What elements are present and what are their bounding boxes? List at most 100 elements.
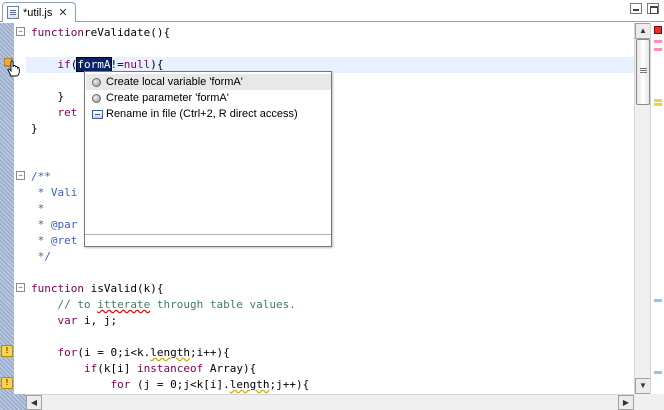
code-line[interactable]: */ xyxy=(26,249,51,265)
code-token: isValid(k){ xyxy=(83,282,164,295)
code-line[interactable]: * @ret xyxy=(26,233,78,249)
error-marker[interactable] xyxy=(654,48,662,51)
code-token: Array){ xyxy=(203,362,257,375)
code-line[interactable] xyxy=(26,153,31,169)
code-token: function xyxy=(31,282,84,295)
occurrence-marker[interactable] xyxy=(654,371,662,374)
code-token: } xyxy=(31,90,65,103)
proposal-rename-in-file[interactable]: Rename in file (Ctrl+2, R direct access) xyxy=(86,106,331,122)
popup-separator xyxy=(85,234,331,235)
horizontal-scrollbar[interactable]: ◀ ▶ xyxy=(26,394,634,410)
overview-ruler[interactable] xyxy=(650,23,664,394)
scroll-left-icon[interactable]: ◀ xyxy=(26,395,42,410)
close-icon[interactable]: ✕ xyxy=(58,6,67,19)
code-line[interactable]: // to itterate through table values. xyxy=(26,297,296,313)
rename-icon xyxy=(92,109,103,119)
scroll-thumb[interactable] xyxy=(636,39,650,105)
code-token: // to xyxy=(31,298,98,311)
code-line[interactable]: for (j = 0;j<k[i].length;j++){ xyxy=(26,377,309,393)
quick-fix-popup[interactable]: Create local variable 'formA' Create par… xyxy=(84,71,332,247)
code-line[interactable] xyxy=(26,73,31,89)
code-token: ret xyxy=(57,106,78,119)
code-token: /** xyxy=(31,170,51,183)
warning-icon[interactable]: ! xyxy=(1,377,13,389)
code-token: (k[i] xyxy=(97,362,137,375)
error-marker[interactable] xyxy=(654,40,662,43)
collapse-icon[interactable]: − xyxy=(16,283,25,292)
tab-util-js[interactable]: *util.js ✕ xyxy=(2,2,76,22)
warning-marker[interactable] xyxy=(654,99,662,102)
code-token: function xyxy=(31,26,84,39)
code-line[interactable]: * @par xyxy=(26,217,78,233)
code-token: != xyxy=(110,58,124,71)
code-token: * xyxy=(31,202,45,215)
error-overview-icon[interactable] xyxy=(654,26,662,34)
maximize-icon[interactable] xyxy=(647,3,659,14)
parameter-icon xyxy=(92,93,101,103)
vertical-scrollbar[interactable]: ▲ ▼ xyxy=(634,23,651,394)
code-line[interactable] xyxy=(26,329,31,345)
code-line[interactable] xyxy=(26,265,31,281)
proposal-label: Rename in file (Ctrl+2, R direct access) xyxy=(106,108,298,120)
proposal-label: Create parameter 'formA' xyxy=(106,92,229,104)
code-line[interactable]: for(i = 0;i<k.length;i++){ xyxy=(26,345,230,361)
proposal-create-parameter[interactable]: Create parameter 'formA' xyxy=(86,90,331,106)
scroll-down-icon[interactable]: ▼ xyxy=(635,378,651,394)
code-line[interactable]: functionreValidate(){ xyxy=(26,25,170,41)
code-token: for xyxy=(57,346,78,359)
selected-token: formA xyxy=(76,57,112,72)
code-line[interactable]: /** xyxy=(26,169,51,185)
code-line[interactable]: } xyxy=(26,89,64,105)
code-token: (i = 0;i<k. xyxy=(77,346,151,359)
code-line[interactable]: var i, j; xyxy=(26,313,118,329)
code-line[interactable]: function isValid(k){ xyxy=(26,281,163,297)
hand-cursor-icon xyxy=(4,58,20,77)
code-token: * Vali xyxy=(31,186,78,199)
code-line[interactable]: } xyxy=(26,121,38,137)
occurrence-marker[interactable] xyxy=(654,299,662,302)
proposal-label: Create local variable 'formA' xyxy=(106,76,243,88)
code-line[interactable] xyxy=(26,137,31,153)
code-token: for xyxy=(110,378,131,391)
tab-title: *util.js xyxy=(23,6,53,19)
scroll-up-icon[interactable]: ▲ xyxy=(635,23,651,39)
code-token: reValidate(){ xyxy=(83,26,171,39)
editor-tab-bar: *util.js ✕ xyxy=(0,0,664,22)
code-token: instanceof xyxy=(136,362,204,375)
warning-icon[interactable]: ! xyxy=(1,345,13,357)
code-token: var xyxy=(57,314,78,327)
code-token: (j = 0;j<k[i]. xyxy=(130,378,230,391)
minimize-icon[interactable] xyxy=(630,3,642,14)
code-token: ){ xyxy=(150,58,164,71)
scroll-right-icon[interactable]: ▶ xyxy=(618,395,634,410)
collapse-icon[interactable]: − xyxy=(16,171,25,180)
collapse-icon[interactable]: − xyxy=(16,27,25,36)
code-token: itterate xyxy=(97,298,151,311)
scrollbar-corner xyxy=(634,394,664,410)
code-token: } xyxy=(31,122,38,135)
code-token: through table values. xyxy=(150,298,296,311)
js-file-icon xyxy=(7,6,19,19)
code-token: length xyxy=(150,346,190,359)
code-token: i, j; xyxy=(77,314,118,327)
code-token: null xyxy=(123,58,151,71)
folding-ruler xyxy=(14,23,26,394)
code-token: length xyxy=(229,378,270,391)
proposal-create-local-variable[interactable]: Create local variable 'formA' xyxy=(86,74,331,90)
code-token: * @par xyxy=(31,218,78,231)
code-token: if xyxy=(83,362,98,375)
code-token: ;j++){ xyxy=(269,378,310,391)
warning-marker[interactable] xyxy=(654,103,662,106)
code-line[interactable]: if(k[i] instanceof Array){ xyxy=(26,361,256,377)
code-line[interactable]: ret xyxy=(26,105,78,121)
vertical-ruler xyxy=(0,23,14,394)
code-line[interactable] xyxy=(26,41,31,57)
code-token: if xyxy=(57,58,71,71)
code-token: */ xyxy=(31,250,51,263)
code-token: ;i++){ xyxy=(189,346,230,359)
code-line[interactable]: * xyxy=(26,201,45,217)
